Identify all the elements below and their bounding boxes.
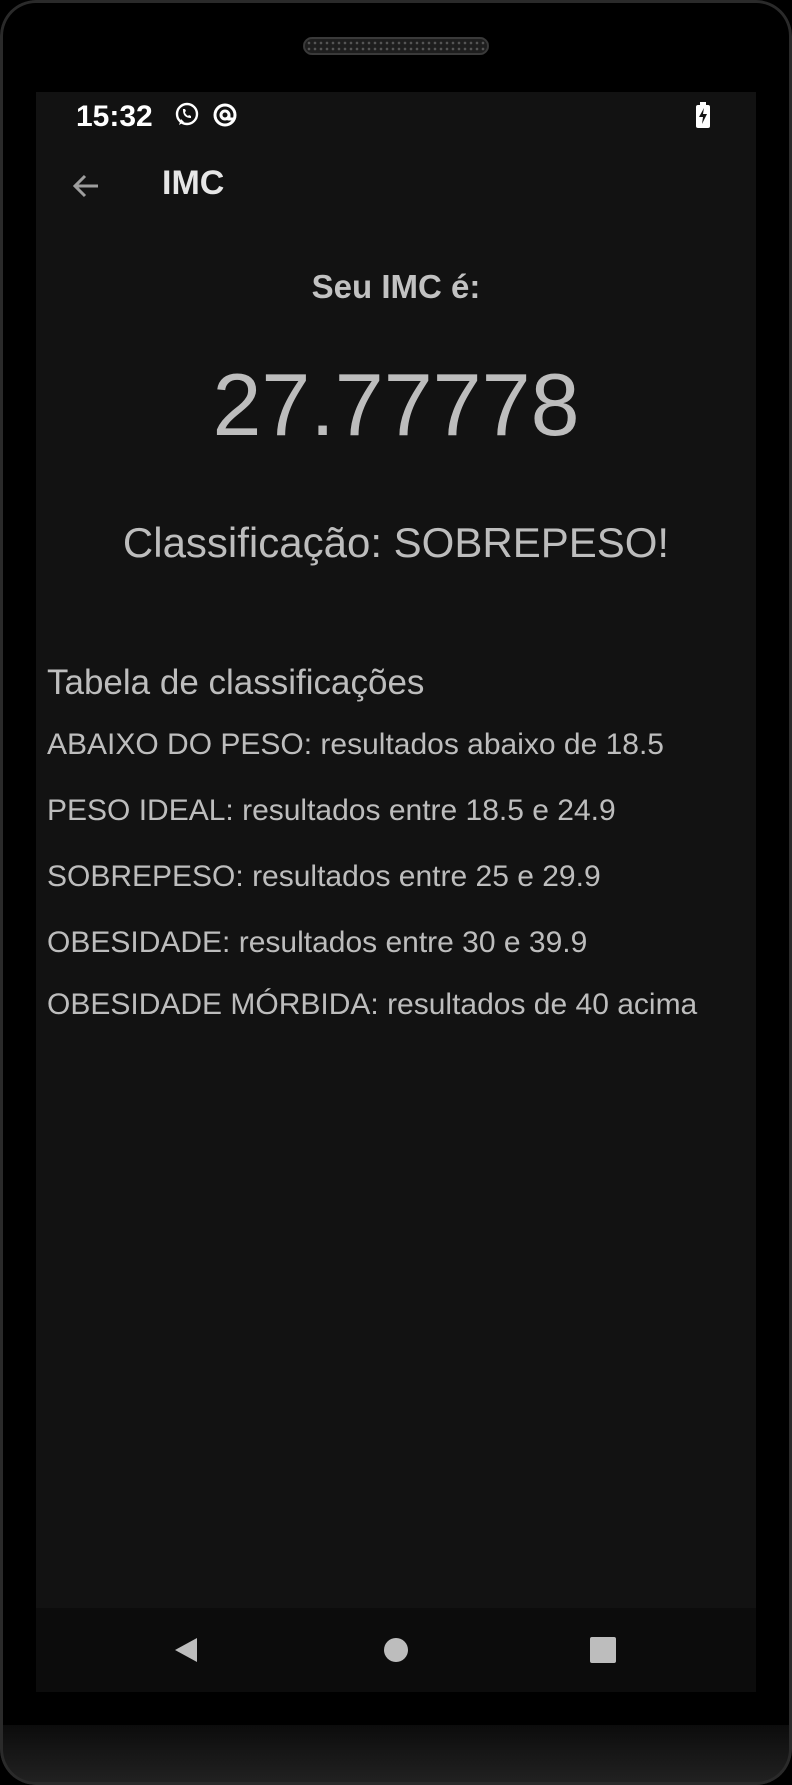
result-label: Seu IMC é:	[311, 268, 481, 305]
imc-value: 27.77778	[212, 355, 580, 454]
nav-recents-icon	[590, 1637, 616, 1663]
nav-back-button[interactable]	[164, 1628, 208, 1672]
status-bar: 15:32	[36, 92, 756, 144]
arrow-left-icon	[72, 174, 98, 198]
at-sign-icon	[212, 102, 238, 128]
classification-row: OBESIDADE MÓRBIDA: resultados de 40 acim…	[47, 988, 698, 1021]
app-screen: 15:32 IMC Seu IMC é: 27.77778 Classifica…	[36, 92, 756, 1692]
classification-row: ABAIXO DO PESO: resultados abaixo de 18.…	[47, 728, 664, 761]
status-time: 15:32	[76, 100, 153, 133]
classification-table-title: Tabela de classificações	[47, 663, 425, 702]
classification-row: PESO IDEAL: resultados entre 18.5 e 24.9	[47, 794, 616, 827]
classification-text: Classificação: SOBREPESO!	[122, 519, 670, 566]
page-title: IMC	[162, 164, 225, 202]
phone-speaker	[303, 37, 489, 55]
app-bar: IMC	[36, 144, 756, 228]
nav-recents-button[interactable]	[581, 1628, 625, 1672]
back-button[interactable]	[58, 158, 114, 214]
navigation-bar	[36, 1608, 756, 1692]
classification-row: OBESIDADE: resultados entre 30 e 39.9	[47, 926, 588, 959]
battery-charging-icon	[696, 102, 710, 128]
classification-row: SOBREPESO: resultados entre 25 e 29.9	[47, 860, 601, 893]
phone-device: 15:32 IMC Seu IMC é: 27.77778 Classifica…	[0, 0, 792, 1785]
nav-home-button[interactable]	[374, 1628, 418, 1672]
whatsapp-icon	[174, 102, 200, 128]
nav-home-icon	[384, 1638, 408, 1662]
phone-chin	[0, 1725, 792, 1785]
nav-back-icon	[175, 1638, 197, 1662]
